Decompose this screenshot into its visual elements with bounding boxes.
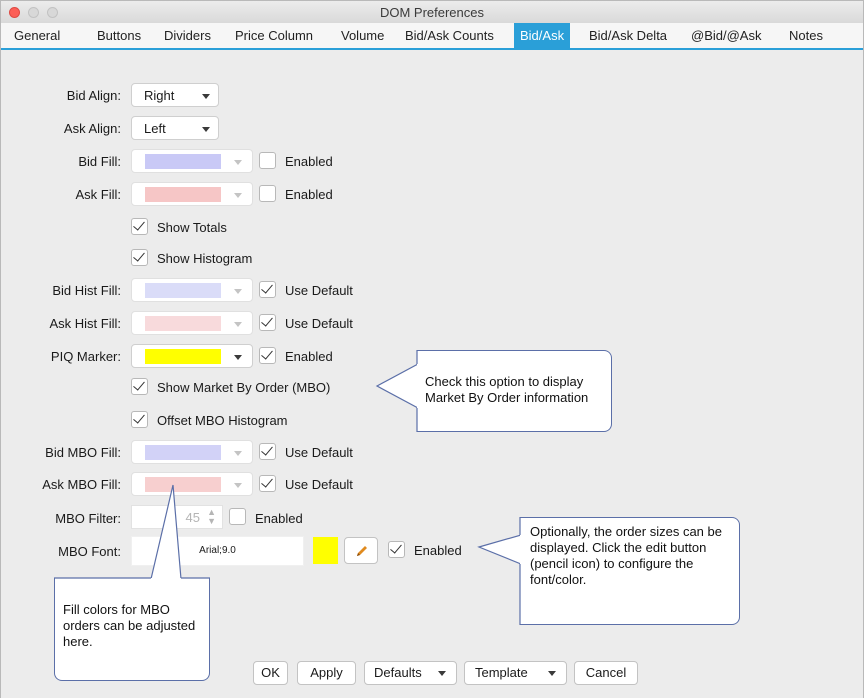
pencil-icon bbox=[357, 546, 367, 556]
cancel-button[interactable]: Cancel bbox=[574, 661, 638, 685]
piq-marker-swatch bbox=[145, 349, 221, 364]
bid-fill-enabled-label: Enabled bbox=[285, 154, 333, 169]
offset-mbo-histogram-checkbox[interactable] bbox=[131, 411, 148, 428]
ask-hist-use-default-label: Use Default bbox=[285, 316, 353, 331]
callout-order-sizes: Optionally, the order sizes can be displ… bbox=[520, 517, 740, 625]
bid-mbo-fill-swatch bbox=[145, 445, 221, 460]
tab-bid-ask[interactable]: Bid/Ask bbox=[514, 23, 571, 48]
chevron-down-icon bbox=[234, 355, 242, 360]
show-mbo-label: Show Market By Order (MBO) bbox=[157, 380, 331, 395]
tab-volume[interactable]: Volume bbox=[341, 23, 384, 48]
ask-fill-color-select[interactable] bbox=[131, 182, 253, 206]
bid-ask-settings-panel: Bid Align: Right Ask Align: Left Bid Fil… bbox=[1, 50, 863, 698]
mbo-filter-label: MBO Filter: bbox=[55, 511, 121, 526]
template-label: Template bbox=[475, 665, 528, 680]
mbo-font-label: MBO Font: bbox=[58, 544, 121, 559]
spinner-arrows-icon[interactable]: ▲ ▼ bbox=[207, 508, 216, 526]
chevron-down-icon bbox=[234, 160, 242, 165]
edit-font-button[interactable] bbox=[344, 537, 378, 564]
bid-align-value: Right bbox=[144, 88, 175, 103]
ask-fill-swatch bbox=[145, 187, 221, 202]
tab-bid-ask-counts[interactable]: Bid/Ask Counts bbox=[405, 23, 494, 48]
tab-bid-ask-delta[interactable]: Bid/Ask Delta bbox=[589, 23, 667, 48]
bid-align-label: Bid Align: bbox=[66, 88, 121, 103]
piq-marker-label: PIQ Marker: bbox=[50, 349, 121, 364]
preferences-window: DOM Preferences General Buttons Dividers… bbox=[0, 0, 864, 698]
show-histogram-label: Show Histogram bbox=[157, 251, 253, 266]
ask-align-value: Left bbox=[144, 121, 166, 136]
bid-hist-fill-label: Bid Hist Fill: bbox=[52, 283, 121, 298]
ask-fill-enabled-checkbox[interactable] bbox=[259, 185, 276, 202]
offset-mbo-histogram-label: Offset MBO Histogram bbox=[157, 413, 288, 428]
bid-fill-enabled-checkbox[interactable] bbox=[259, 152, 276, 169]
callout-pointer-fill-colors-edge bbox=[54, 577, 210, 579]
bid-mbo-use-default-label: Use Default bbox=[285, 445, 353, 460]
show-mbo-checkbox[interactable] bbox=[131, 378, 148, 395]
template-menu-button[interactable]: Template bbox=[464, 661, 567, 685]
tab-bar: General Buttons Dividers Price Column Vo… bbox=[1, 23, 863, 50]
bid-hist-fill-swatch bbox=[145, 283, 221, 298]
piq-marker-enabled-checkbox[interactable] bbox=[259, 347, 276, 364]
tab-notes[interactable]: Notes bbox=[789, 23, 823, 48]
bid-align-select[interactable]: Right bbox=[131, 83, 219, 107]
bid-fill-label: Bid Fill: bbox=[78, 154, 121, 169]
callout-fill-colors: Fill colors for MBO orders can be adjust… bbox=[54, 578, 210, 681]
piq-marker-color-select[interactable] bbox=[131, 344, 253, 368]
mbo-font-enabled-checkbox[interactable] bbox=[388, 541, 405, 558]
chevron-down-icon bbox=[438, 671, 446, 676]
mbo-filter-value: 45 bbox=[185, 510, 200, 525]
bid-mbo-fill-color-select[interactable] bbox=[131, 440, 253, 464]
ask-hist-fill-label: Ask Hist Fill: bbox=[49, 316, 122, 331]
ask-fill-enabled-label: Enabled bbox=[285, 187, 333, 202]
ask-align-label: Ask Align: bbox=[63, 121, 121, 136]
ask-mbo-fill-swatch bbox=[145, 477, 221, 492]
chevron-down-icon bbox=[202, 94, 210, 99]
chevron-down-icon bbox=[234, 289, 242, 294]
bid-mbo-fill-label: Bid MBO Fill: bbox=[45, 445, 121, 460]
chevron-down-icon bbox=[548, 671, 556, 676]
mbo-font-enabled-label: Enabled bbox=[414, 543, 462, 558]
apply-button[interactable]: Apply bbox=[297, 661, 356, 685]
tab-general[interactable]: General bbox=[14, 23, 60, 48]
mbo-font-value: Arial;9.0 bbox=[199, 545, 236, 556]
bid-hist-use-default-checkbox[interactable] bbox=[259, 281, 276, 298]
mbo-filter-enabled-label: Enabled bbox=[255, 511, 303, 526]
ask-hist-fill-swatch bbox=[145, 316, 221, 331]
ask-mbo-fill-color-select[interactable] bbox=[131, 472, 253, 496]
piq-marker-enabled-label: Enabled bbox=[285, 349, 333, 364]
title-bar: DOM Preferences bbox=[1, 1, 863, 24]
bid-fill-swatch bbox=[145, 154, 221, 169]
show-totals-label: Show Totals bbox=[157, 220, 227, 235]
tab-at-bid-at-ask[interactable]: @Bid/@Ask bbox=[691, 23, 761, 48]
ask-mbo-fill-label: Ask MBO Fill: bbox=[42, 477, 121, 492]
chevron-down-icon bbox=[234, 193, 242, 198]
bid-hist-use-default-label: Use Default bbox=[285, 283, 353, 298]
bid-fill-color-select[interactable] bbox=[131, 149, 253, 173]
tab-price-column[interactable]: Price Column bbox=[235, 23, 313, 48]
bid-mbo-use-default-checkbox[interactable] bbox=[259, 443, 276, 460]
ask-mbo-use-default-checkbox[interactable] bbox=[259, 475, 276, 492]
ask-align-select[interactable]: Left bbox=[131, 116, 219, 140]
chevron-down-icon bbox=[202, 127, 210, 132]
defaults-label: Defaults bbox=[374, 665, 422, 680]
ask-mbo-use-default-label: Use Default bbox=[285, 477, 353, 492]
tab-buttons[interactable]: Buttons bbox=[97, 23, 141, 48]
chevron-down-icon bbox=[234, 322, 242, 327]
ok-button[interactable]: OK bbox=[253, 661, 288, 685]
window-title: DOM Preferences bbox=[379, 5, 485, 20]
ask-fill-label: Ask Fill: bbox=[75, 187, 122, 202]
ask-hist-fill-color-select[interactable] bbox=[131, 311, 253, 335]
show-totals-checkbox[interactable] bbox=[131, 218, 148, 235]
callout-mbo: Check this option to display Market By O… bbox=[417, 350, 612, 432]
chevron-down-icon bbox=[234, 483, 242, 488]
mbo-filter-enabled-checkbox[interactable] bbox=[229, 508, 246, 525]
chevron-down-icon bbox=[234, 451, 242, 456]
show-histogram-checkbox[interactable] bbox=[131, 249, 148, 266]
mbo-font-color-swatch[interactable] bbox=[313, 537, 338, 564]
defaults-menu-button[interactable]: Defaults bbox=[364, 661, 457, 685]
ask-hist-use-default-checkbox[interactable] bbox=[259, 314, 276, 331]
tab-dividers[interactable]: Dividers bbox=[164, 23, 211, 48]
bid-hist-fill-color-select[interactable] bbox=[131, 278, 253, 302]
